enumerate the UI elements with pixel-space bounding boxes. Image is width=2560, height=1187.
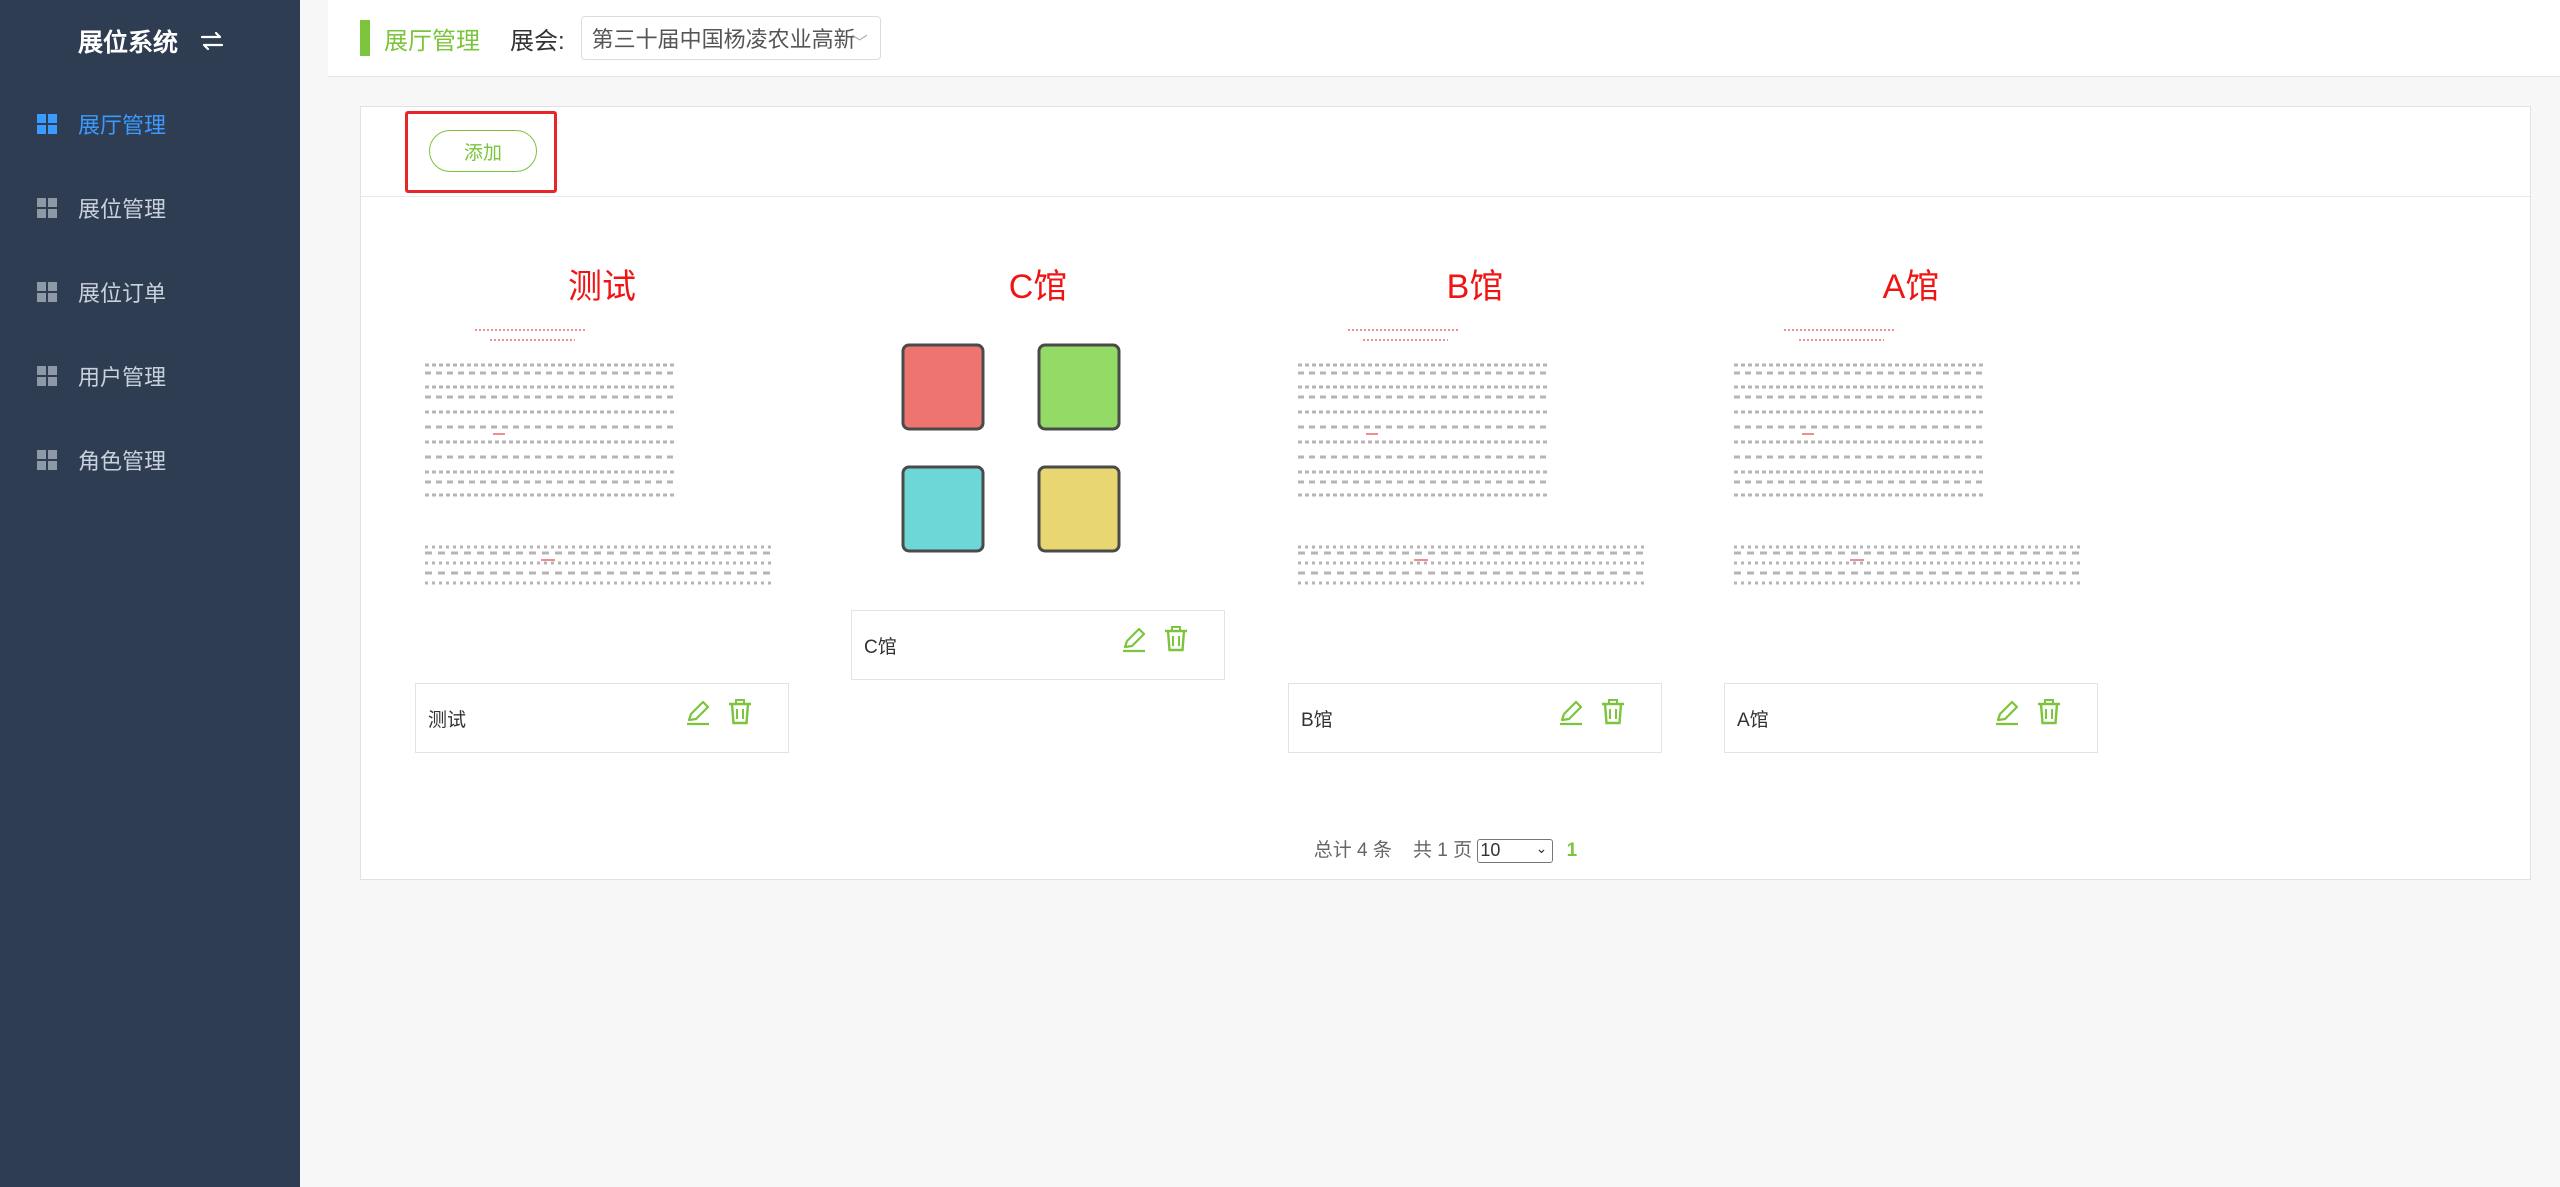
- booth-grid: [901, 343, 1121, 553]
- hall-floorplan[interactable]: [1288, 317, 1662, 587]
- app-title: 展位系统: [78, 29, 179, 57]
- edit-icon[interactable]: [1557, 698, 1585, 726]
- grid-icon: [37, 450, 57, 470]
- floorplan-image: [425, 329, 773, 585]
- hall-caption-label: B馆: [1301, 709, 1333, 731]
- hall-actions: [1557, 698, 1627, 726]
- hall-actions: [1120, 625, 1190, 653]
- sidebar-brand: 展位系统: [0, 0, 300, 82]
- title-accent-bar: [360, 20, 370, 56]
- chevron-down-icon: ⌄: [1535, 839, 1548, 856]
- sidebar: 展位系统 展厅管理展位管理展位订单用户管理角色管理: [0, 0, 300, 1187]
- grid-icon: [37, 282, 57, 302]
- expo-select-value: 第三十届中国杨凌农业高新: [591, 27, 856, 52]
- hall-caption-label: 测试: [428, 709, 467, 731]
- page-size-value: 10: [1480, 839, 1501, 860]
- hall-actions: [1993, 698, 2063, 726]
- sidebar-item-4[interactable]: 用户管理: [0, 334, 300, 418]
- hall-title: A馆: [1882, 268, 1940, 306]
- delete-icon[interactable]: [726, 698, 754, 726]
- hall-actions: [684, 698, 754, 726]
- page-title: 展厅管理: [384, 27, 480, 55]
- expo-select[interactable]: 第三十届中国杨凌农业高新 ﹀: [580, 16, 881, 60]
- sidebar-item-label: 展厅管理: [78, 113, 167, 138]
- hall-title: C馆: [1008, 268, 1068, 306]
- sidebar-item-5[interactable]: 角色管理: [0, 418, 300, 502]
- page-count: 共 1 页: [1412, 840, 1473, 861]
- hall-title: 测试: [568, 268, 636, 306]
- booth-1: [901, 343, 985, 431]
- booth-2: [1037, 343, 1121, 431]
- hall-card: C馆 C馆: [851, 257, 1225, 680]
- booth-4: [1037, 465, 1121, 553]
- edit-icon[interactable]: [684, 698, 712, 726]
- hall-floorplan[interactable]: [415, 317, 789, 587]
- hall-caption-label: C馆: [864, 636, 897, 658]
- swap-icon[interactable]: [198, 29, 226, 53]
- sidebar-item-label: 展位管理: [78, 197, 167, 222]
- sidebar-item-label: 用户管理: [78, 365, 167, 390]
- hall-caption: C馆: [851, 610, 1225, 680]
- grid-icon: [37, 198, 57, 218]
- delete-icon[interactable]: [1162, 625, 1190, 653]
- hall-panel: 添加 测试 测试 C馆 C馆 B馆 B馆 A馆 A馆 总计 4 条 共 1 页 10 ⌄ 1: [360, 106, 2531, 880]
- panel-toolbar: 添加: [361, 107, 2530, 197]
- current-page[interactable]: 1: [1567, 840, 1578, 861]
- hall-card: 测试 测试: [415, 257, 789, 753]
- sidebar-item-label: 展位订单: [78, 281, 167, 306]
- sidebar-item-3[interactable]: 展位订单: [0, 250, 300, 334]
- chevron-down-icon: ﹀: [851, 35, 868, 52]
- hall-title: B馆: [1446, 268, 1504, 306]
- expo-label: 展会:: [510, 27, 565, 55]
- delete-icon[interactable]: [2035, 698, 2063, 726]
- floorplan-image: [1298, 329, 1646, 585]
- hall-floorplan[interactable]: [851, 317, 1225, 557]
- delete-icon[interactable]: [1599, 698, 1627, 726]
- sidebar-item-label: 角色管理: [78, 449, 167, 474]
- hall-caption: B馆: [1288, 683, 1662, 753]
- add-button[interactable]: 添加: [429, 130, 537, 172]
- booth-3: [901, 465, 985, 553]
- pagination: 总计 4 条 共 1 页 10 ⌄ 1: [361, 835, 2530, 863]
- edit-icon[interactable]: [1993, 698, 2021, 726]
- hall-caption: 测试: [415, 683, 789, 753]
- header: 展厅管理 展会: 第三十届中国杨凌农业高新 ﹀: [328, 0, 2560, 77]
- hall-card: B馆 B馆: [1288, 257, 1662, 753]
- hall-card: A馆 A馆: [1724, 257, 2098, 753]
- hall-caption: A馆: [1724, 683, 2098, 753]
- hall-caption-label: A馆: [1737, 709, 1769, 731]
- sidebar-item-2[interactable]: 展位管理: [0, 166, 300, 250]
- page-size-select[interactable]: 10 ⌄: [1477, 838, 1554, 863]
- hall-floorplan[interactable]: [1724, 317, 2098, 587]
- grid-icon: [37, 114, 57, 134]
- sidebar-item-1[interactable]: 展厅管理: [0, 82, 300, 166]
- floorplan-image: [1734, 329, 2082, 585]
- grid-icon: [37, 366, 57, 386]
- edit-icon[interactable]: [1120, 625, 1148, 653]
- total-count: 总计 4 条: [1313, 840, 1392, 861]
